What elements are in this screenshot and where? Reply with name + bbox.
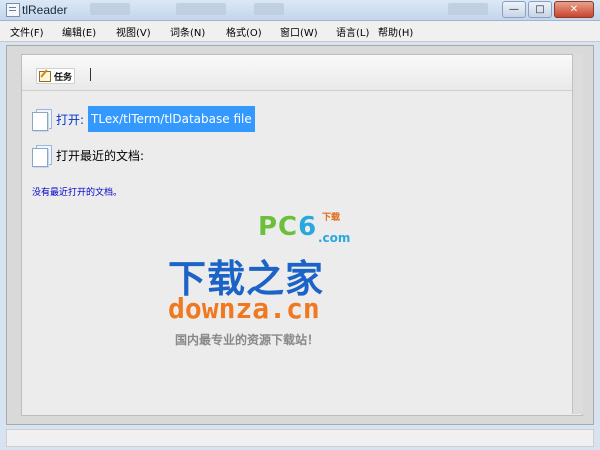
open-file-row[interactable]: 打开: TLex/tlTerm/tlDatabase file — [32, 106, 255, 132]
menu-view[interactable]: 视图(V) — [116, 24, 151, 39]
app-icon — [6, 3, 20, 17]
start-panel: 任务 打开: TLex/tlTerm/tlDatabase file 打开最近的… — [21, 54, 583, 416]
minimize-button[interactable]: — — [502, 1, 526, 18]
watermark-pc6: PC6 — [258, 212, 318, 242]
menu-format[interactable]: 格式(O) — [226, 24, 262, 39]
background-tab — [448, 3, 488, 15]
menu-file[interactable]: 文件(F) — [10, 24, 44, 39]
close-button[interactable]: ✕ — [554, 1, 594, 18]
maximize-button[interactable]: □ — [528, 1, 552, 18]
menu-bar: 文件(F) 编辑(E) 视图(V) 词条(N) 格式(O) 窗口(W) 语言(L… — [0, 21, 600, 42]
tasks-toolbar: 任务 — [22, 55, 582, 91]
menu-language[interactable]: 语言(L) — [336, 24, 369, 39]
tasks-label: 任务 — [54, 72, 73, 83]
menu-window[interactable]: 窗口(W) — [280, 24, 318, 39]
watermark-slogan: 国内最专业的资源下载站！ — [175, 333, 320, 347]
background-tab — [176, 3, 226, 15]
recent-documents-label: 打开最近的文档: — [56, 148, 145, 163]
documents-icon — [32, 109, 54, 131]
vertical-scrollbar[interactable] — [572, 54, 583, 414]
watermark-brand: 下载之家 — [168, 257, 325, 301]
watermark-com: .com — [318, 231, 351, 245]
toolbar-separator — [90, 68, 91, 81]
workspace: 任务 打开: TLex/tlTerm/tlDatabase file 打开最近的… — [6, 45, 594, 425]
watermark-domain: downza.cn — [168, 292, 320, 325]
recent-documents-row: 打开最近的文档: — [32, 143, 144, 167]
title-bar: tlReader — □ ✕ — [0, 0, 600, 21]
menu-entries[interactable]: 词条(N) — [170, 24, 205, 39]
background-tab — [254, 3, 284, 15]
open-label[interactable]: 打开: — [56, 111, 84, 128]
watermark-xiazai: 下载 — [322, 213, 341, 223]
edit-icon — [39, 70, 51, 82]
menu-edit[interactable]: 编辑(E) — [62, 24, 96, 39]
background-tab — [90, 3, 130, 15]
no-recent-documents-text: 没有最近打开的文档。 — [32, 188, 123, 198]
window-title: tlReader — [22, 3, 68, 17]
open-file-link[interactable]: TLex/tlTerm/tlDatabase file — [88, 106, 255, 132]
documents-icon — [32, 145, 54, 167]
tasks-button[interactable]: 任务 — [36, 68, 76, 84]
status-bar — [6, 429, 594, 447]
menu-help[interactable]: 帮助(H) — [378, 24, 413, 39]
